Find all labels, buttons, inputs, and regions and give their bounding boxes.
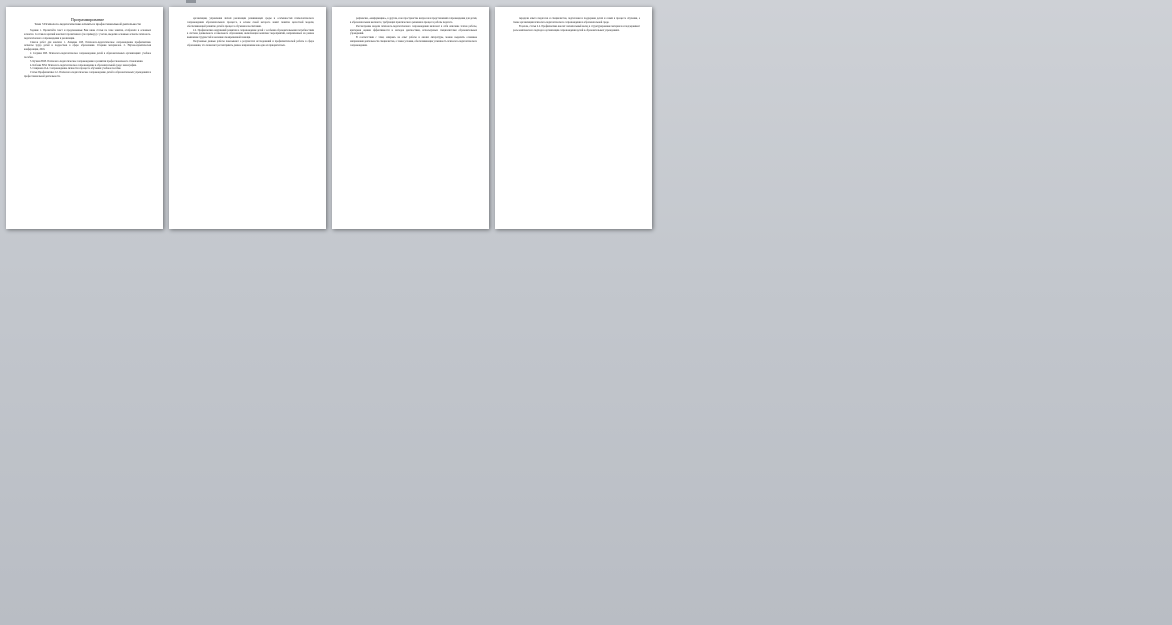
paragraph: Список работ для анализа: 1. Лещенко О.В… bbox=[24, 40, 151, 52]
paragraph: В соответствии с этим, опираясь на опыт … bbox=[350, 36, 477, 47]
document-page-4[interactable]: передачи опыта педагогов и специалистов,… bbox=[495, 7, 652, 229]
paragraph: организации, управления любой реализации… bbox=[187, 17, 314, 28]
paragraph: Задание 1. Прочитайте текст и предложенн… bbox=[24, 29, 151, 40]
paragraph: В целом, статья 2.2. Профилактика вносит… bbox=[513, 24, 640, 32]
document-page-1[interactable]: Программирование Тема 3 Психолого-педаго… bbox=[6, 7, 163, 229]
paragraph: Статья Профилактика 2.2. Психолого-педаг… bbox=[24, 71, 151, 79]
paragraph: передачи опыта педагогов и специалистов,… bbox=[513, 17, 640, 24]
paragraph: Рассмотрение модели психолого-педагогиче… bbox=[350, 24, 477, 36]
ruler-marker bbox=[186, 0, 196, 3]
section-heading: Тема 3 Психолого-педагогические аспекты … bbox=[34, 22, 141, 26]
document-page-2[interactable]: организации, управления любой реализации… bbox=[169, 7, 326, 229]
document-page-3[interactable]: рефлексию, «информацию», в другом, и не … bbox=[332, 7, 489, 229]
paragraph: 2.2. Профилактика нарушений развития и с… bbox=[187, 28, 314, 40]
paragraph: Полученные данные работы показывают о ре… bbox=[187, 40, 314, 47]
paragraph: 2. Сагдина И.В. Психолого-педагогическое… bbox=[24, 52, 151, 59]
paragraph: рефлексию, «информацию», в другом, и не … bbox=[350, 17, 477, 24]
